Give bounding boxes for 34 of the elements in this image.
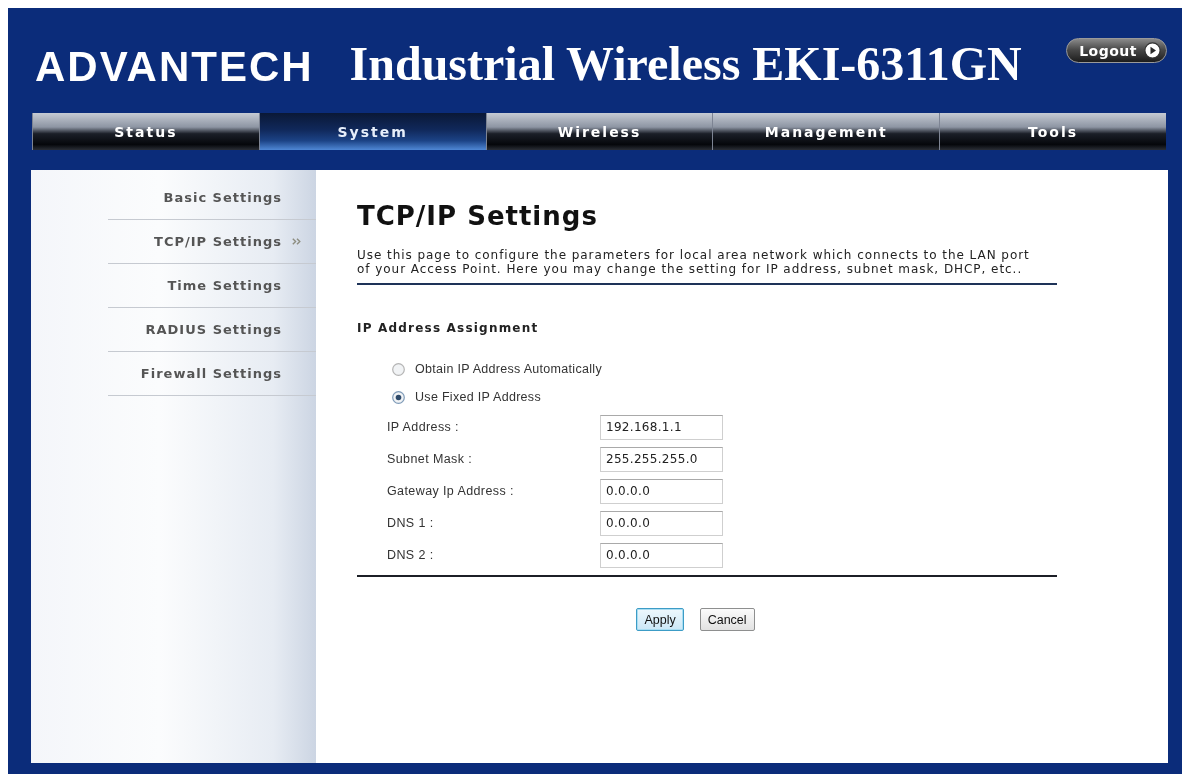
radio-button[interactable] [392, 390, 405, 404]
radio-label: Obtain IP Address Automatically [415, 362, 602, 376]
input-field[interactable]: 0.0.0.0 [600, 478, 723, 504]
nav-tab[interactable]: Management [712, 113, 940, 150]
brand-logo: ADVANTECH [35, 46, 314, 88]
radio-button[interactable] [392, 362, 405, 376]
nav-tab[interactable]: System [258, 113, 486, 150]
play-circle-icon [1144, 42, 1161, 59]
double-chevron-icon [292, 238, 301, 245]
input-field[interactable]: 192.168.1.1 [600, 414, 723, 440]
sidebar-link[interactable]: Time Settings [108, 264, 316, 308]
field-label: DNS 1 : [387, 516, 435, 530]
nav-tab[interactable]: Status [32, 113, 259, 150]
input-field[interactable]: 0.0.0.0 [600, 510, 723, 536]
field-label: Subnet Mask : [387, 452, 474, 466]
sidebar-link[interactable]: TCP/IP Settings [108, 220, 316, 264]
sidebar-link[interactable]: Basic Settings [108, 176, 316, 220]
nav-tab[interactable]: Wireless [485, 113, 713, 150]
section-title: IP Address Assignment [357, 320, 540, 336]
cancel-button[interactable]: Cancel [699, 608, 755, 631]
nav-tab[interactable]: Tools [939, 113, 1166, 150]
sidebar-link[interactable]: Firewall Settings [108, 352, 316, 396]
product-title: Industrial Wireless EKI-6311GN [349, 40, 1022, 88]
field-label: DNS 2 : [387, 548, 435, 562]
sidebar-link[interactable]: RADIUS Settings [108, 308, 316, 352]
apply-button[interactable]: Apply [636, 608, 684, 631]
input-field[interactable]: 255.255.255.0 [600, 446, 723, 472]
field-label: IP Address : [387, 420, 460, 434]
radio-label: Use Fixed IP Address [415, 390, 541, 404]
input-field[interactable]: 0.0.0.0 [600, 542, 723, 568]
page-description: Use this page to configure the parameters for local area network which connects to the LAN port of your Access Point. Here you may change the setting for IP address, subnet mask, DHCP, etc.. [357, 248, 1031, 276]
field-label: Gateway Ip Address : [387, 484, 515, 498]
page-title: TCP/IP Settings [357, 202, 599, 230]
logout-button[interactable]: Logout [1066, 38, 1167, 63]
